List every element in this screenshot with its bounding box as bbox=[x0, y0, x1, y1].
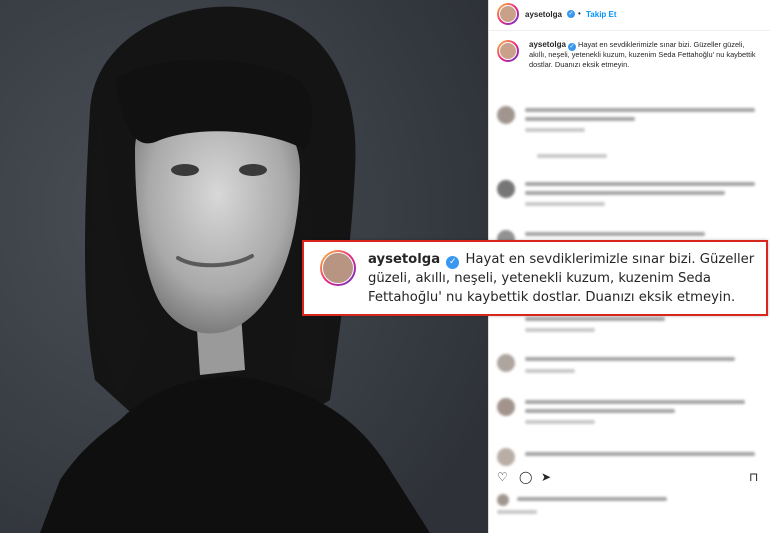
comment-row bbox=[497, 106, 763, 136]
caption: aysetolga ✓ Hayat en sevdiklerimizle sın… bbox=[529, 40, 763, 70]
save-icon[interactable]: ⊓ bbox=[749, 470, 758, 484]
post-header: aysetolga ✓ • Takip Et bbox=[489, 0, 770, 31]
verified-icon: ✓ bbox=[567, 10, 575, 18]
like-icon[interactable]: ♡ bbox=[497, 470, 508, 484]
verified-icon: ✓ bbox=[567, 43, 576, 51]
header-username[interactable]: aysetolga bbox=[525, 10, 562, 19]
action-bar: ♡ ◯ ➤ ⊓ bbox=[497, 470, 763, 486]
caption-username[interactable]: aysetolga bbox=[529, 40, 566, 49]
avatar[interactable] bbox=[497, 3, 519, 25]
verified-icon: ✓ bbox=[446, 256, 460, 269]
callout-username: aysetolga bbox=[368, 252, 441, 267]
callout-avatar bbox=[320, 250, 356, 286]
callout-text: aysetolga ✓ Hayat en sevdiklerimizle sın… bbox=[368, 250, 762, 307]
share-icon[interactable]: ➤ bbox=[541, 470, 551, 484]
comment-row bbox=[497, 354, 763, 384]
separator-dot: • bbox=[578, 9, 581, 18]
comment-row bbox=[497, 150, 763, 180]
comment-icon[interactable]: ◯ bbox=[519, 470, 532, 484]
comment-row bbox=[497, 398, 763, 428]
caption-callout: aysetolga ✓ Hayat en sevdiklerimizle sın… bbox=[302, 240, 768, 316]
follow-button[interactable]: Takip Et bbox=[586, 10, 617, 19]
likes-summary bbox=[497, 494, 763, 524]
comment-row bbox=[497, 180, 763, 210]
caption-avatar[interactable] bbox=[497, 40, 519, 62]
